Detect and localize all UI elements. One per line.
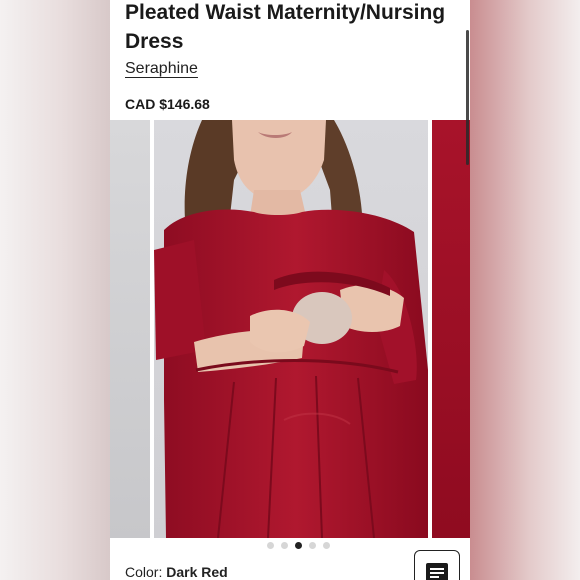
carousel-dot[interactable] xyxy=(266,542,274,549)
carousel-dot[interactable] xyxy=(280,542,288,549)
carousel-dot-active[interactable] xyxy=(294,542,302,549)
blurred-background-left xyxy=(0,0,110,580)
scrollbar[interactable] xyxy=(466,30,469,165)
image-carousel[interactable] xyxy=(110,120,470,538)
list-icon xyxy=(426,563,448,580)
product-price: CAD $146.68 xyxy=(125,96,210,112)
color-value: Dark Red xyxy=(166,564,228,580)
product-photo xyxy=(154,120,428,538)
carousel-prev-slide[interactable] xyxy=(110,120,150,538)
brand-link[interactable]: Seraphine xyxy=(125,60,198,78)
carousel-next-slide[interactable] xyxy=(432,120,470,538)
color-label: Color: xyxy=(125,564,163,580)
product-page: Pleated Waist Maternity/Nursing Dress Se… xyxy=(110,0,470,580)
product-image xyxy=(154,120,428,538)
carousel-dot[interactable] xyxy=(322,542,330,549)
color-selector: Color: Dark Red xyxy=(125,564,228,580)
list-button[interactable] xyxy=(414,550,460,580)
product-title: Pleated Waist Maternity/Nursing Dress xyxy=(125,1,446,53)
blurred-background-right xyxy=(470,0,580,580)
carousel-dot[interactable] xyxy=(308,542,316,549)
